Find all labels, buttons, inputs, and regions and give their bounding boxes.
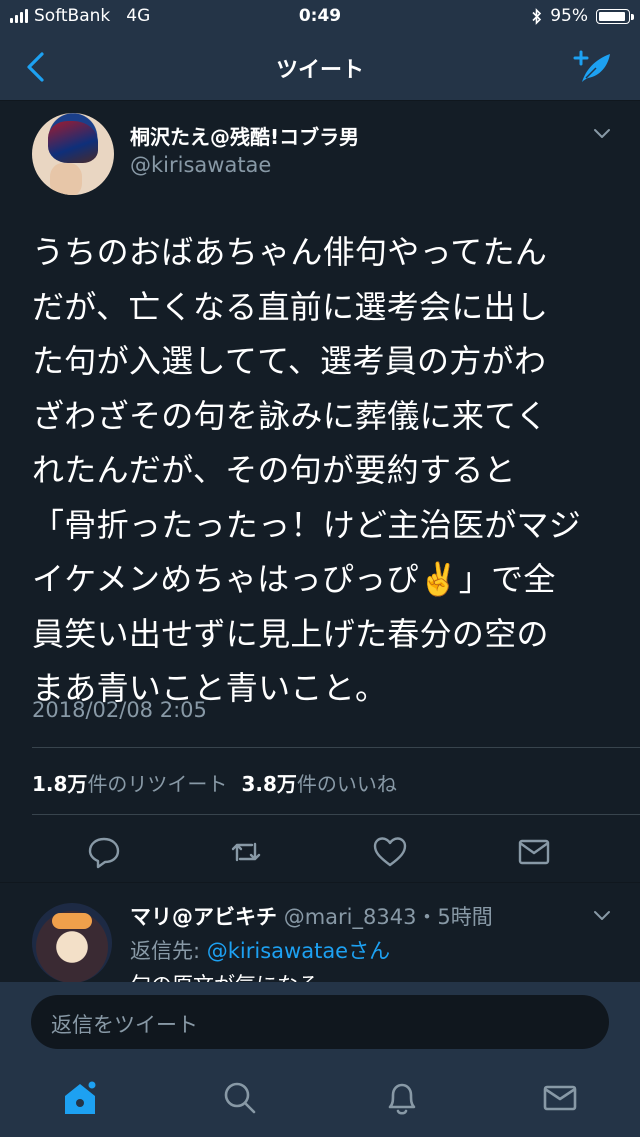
compose-tweet-icon[interactable] [572,48,614,86]
retweet-count: 1.8万 [32,772,88,796]
reply-to-link[interactable]: @kirisawataeさん [207,939,390,963]
tweet-text: うちのおばあちゃん俳句やってたん だが、亡くなる直前に選考会に出し た句が入選し… [32,233,582,707]
author-handle[interactable]: @kirisawatae [130,153,271,177]
divider [32,814,640,815]
chevron-down-icon[interactable] [592,127,612,141]
reply-author-avatar[interactable] [32,903,112,983]
retweet-label: 件のリツイート [87,772,228,796]
navigation-bar: ツイート [0,34,640,101]
like-stat[interactable]: 3.8万件のいいね [241,772,396,796]
page-title: ツイート [275,58,364,83]
reply-composer: 返信をツイート [0,982,640,1060]
reply-time: ・5時間 [416,905,493,929]
author-avatar[interactable] [32,113,114,195]
reply-header: マリ@アビキチ @mari_8343・5時間 [130,901,493,931]
retweet-icon[interactable] [228,834,264,870]
reply-item[interactable]: マリ@アビキチ @mari_8343・5時間 返信先: @kirisawatae… [0,882,640,983]
like-icon[interactable] [372,834,408,870]
tweet-stats: 1.8万件のリツイート 3.8万件のいいね [32,768,397,797]
search-icon[interactable] [220,1078,260,1118]
messages-icon[interactable] [540,1078,580,1118]
like-label: 件のいいね [296,772,397,796]
notifications-icon[interactable] [382,1078,422,1118]
reply-input[interactable]: 返信をツイート [31,995,609,1049]
tweet-actions [0,824,640,880]
bluetooth-icon [532,7,542,25]
status-right: 95% [532,6,634,26]
share-message-icon[interactable] [516,834,552,870]
reply-handle[interactable]: @mari_8343 [284,905,417,929]
reply-display-name[interactable]: マリ@アビキチ [130,905,277,929]
like-count: 3.8万 [241,772,297,796]
reply-to-prefix: 返信先: [130,939,207,963]
status-bar: SoftBank 4G 0:49 95% [0,0,640,34]
tweet-timestamp: 2018/02/08 2:05 [32,698,207,722]
battery-percent: 95% [550,6,588,26]
reply-to-line: 返信先: @kirisawataeさん [130,935,390,965]
home-icon[interactable] [60,1078,100,1118]
reply-icon[interactable] [86,834,122,870]
reply-text: 句の原文が気になる [130,969,319,983]
divider [32,747,640,748]
chevron-down-icon[interactable] [592,909,612,923]
tab-bar [0,1060,640,1137]
author-display-name[interactable]: 桐沢たえ@残酷!コブラ男 [130,121,359,150]
retweet-stat[interactable]: 1.8万件のリツイート [32,772,227,796]
battery-icon [596,8,634,24]
